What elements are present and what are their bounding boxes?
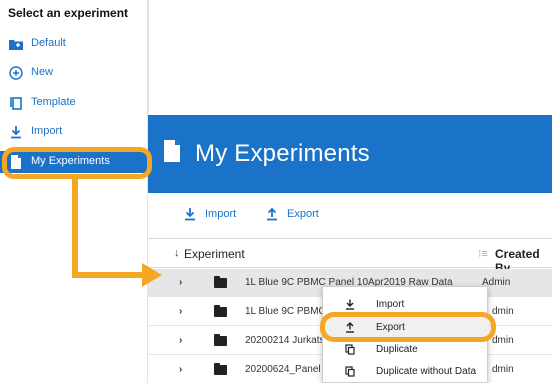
menu-item-label: Import	[376, 299, 405, 310]
import-icon	[183, 207, 197, 221]
import-button[interactable]: Import	[183, 207, 236, 221]
sidebar-item-label: Default	[31, 37, 66, 49]
sidebar-item-new[interactable]: New	[0, 62, 148, 84]
annotation-arrow-shaft	[72, 179, 78, 278]
sidebar-item-template[interactable]: Template	[0, 92, 148, 114]
table-header: ↓ Experiment ⁝≡ Created By	[148, 238, 552, 275]
sort-arrow-icon[interactable]: ↓	[174, 247, 180, 259]
folder-icon	[214, 276, 227, 288]
copy-icon	[9, 96, 23, 110]
chevron-right-icon[interactable]: ›	[179, 335, 182, 346]
import-icon	[9, 125, 23, 139]
page-title: My Experiments	[195, 140, 370, 167]
menu-item-duplicate[interactable]: Duplicate	[323, 339, 489, 361]
import-button-label: Import	[205, 208, 237, 220]
chevron-right-icon[interactable]: ›	[179, 306, 182, 317]
column-header-experiment[interactable]: Experiment	[184, 247, 245, 261]
sort-filter-icon[interactable]: ⁝≡	[478, 247, 488, 260]
created-by: dmin	[492, 335, 514, 346]
sidebar-item-import[interactable]: Import	[0, 121, 148, 143]
plus-circle-icon	[9, 66, 23, 80]
menu-item-label: Duplicate	[376, 344, 418, 355]
sidebar-item-label: Template	[31, 96, 76, 108]
sidebar-item-label: New	[31, 66, 54, 78]
sidebar-item-label: Import	[31, 125, 63, 137]
sidebar-item-default[interactable]: Default	[0, 33, 148, 55]
highlight-ring-export	[320, 312, 496, 342]
sidebar-title: Select an experiment	[8, 6, 129, 20]
divider	[148, 0, 149, 115]
chevron-right-icon[interactable]: ›	[179, 364, 182, 375]
folder-icon	[214, 305, 227, 317]
duplicate-icon	[345, 365, 355, 377]
folder-icon	[214, 334, 227, 346]
menu-item-label: Duplicate without Data	[376, 366, 477, 377]
page-header: My Experiments	[148, 115, 552, 193]
created-by: dmin	[492, 364, 514, 375]
export-icon	[265, 207, 279, 221]
menu-item-duplicate-without-data[interactable]: Duplicate without Data	[323, 361, 489, 383]
created-by: dmin	[492, 306, 514, 317]
folder-icon	[214, 363, 227, 375]
annotation-arrow-head	[142, 263, 162, 287]
export-button-label: Export	[287, 208, 319, 220]
experiment-name: 20200214 Jurkats A	[245, 335, 334, 346]
folder-plus-icon	[9, 37, 23, 51]
duplicate-icon	[345, 343, 355, 355]
import-icon	[345, 299, 355, 310]
document-icon	[163, 140, 181, 167]
annotation-arrow-shaft	[72, 272, 146, 278]
chevron-right-icon[interactable]: ›	[179, 277, 182, 288]
export-button[interactable]: Export	[265, 207, 319, 221]
highlight-ring-my-experiments	[2, 147, 152, 179]
